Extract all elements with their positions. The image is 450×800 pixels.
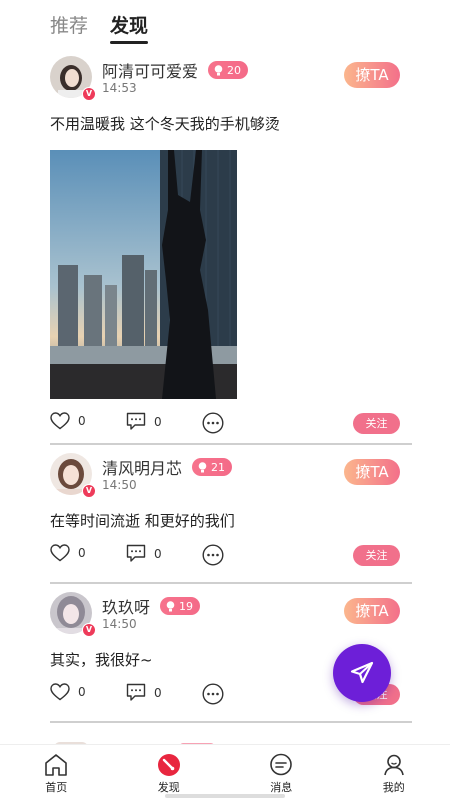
post-time: 14:53 (102, 81, 137, 95)
more-icon (202, 544, 224, 566)
discover-compass-icon (157, 754, 180, 776)
nav-messages[interactable]: 消息 (225, 745, 338, 800)
post-card: V 阿清可可爱爱 20 14:53 撩TA 不用温暖我 这个冬天我的手机够烫 0… (50, 48, 412, 445)
post-feed: V 阿清可可爱爱 20 14:53 撩TA 不用温暖我 这个冬天我的手机够烫 0… (50, 48, 412, 723)
nav-label: 发现 (157, 781, 180, 794)
more-options-button[interactable] (202, 412, 224, 434)
level-value: 21 (211, 460, 226, 474)
level-badge: 19 (160, 597, 201, 615)
comment-count: 0 (154, 685, 162, 700)
flirt-button[interactable]: 撩TA (344, 62, 400, 88)
avatar[interactable]: V (50, 453, 96, 498)
tab-discover[interactable]: 发现 (110, 14, 149, 44)
avatar[interactable]: V (50, 56, 96, 101)
bulb-icon (214, 64, 223, 75)
post-time: 14:50 (102, 617, 137, 631)
post-text: 在等时间流逝 和更好的我们 (50, 512, 235, 530)
post-photo[interactable] (50, 150, 237, 399)
bulb-icon (198, 461, 207, 472)
nav-label: 我的 (382, 781, 405, 794)
comment-icon (126, 412, 146, 430)
comment-button[interactable]: 0 (126, 412, 162, 431)
verified-badge-icon: V (82, 484, 96, 498)
comment-button[interactable]: 0 (126, 544, 162, 563)
message-icon (270, 753, 293, 776)
nav-label: 首页 (45, 781, 68, 794)
post-actions: 0 0 关注 (50, 399, 412, 447)
post-header: V 清风明月芯 21 14:50 撩TA (50, 445, 412, 503)
like-count: 0 (78, 414, 86, 428)
level-badge: 20 (208, 61, 249, 79)
more-icon (202, 683, 224, 705)
home-indicator[interactable] (165, 794, 285, 798)
send-post-fab[interactable] (333, 644, 391, 702)
user-name[interactable]: 清风明月芯 (102, 455, 182, 479)
heart-icon (50, 544, 70, 562)
bottom-nav: 首页 发现 消息 我的 (0, 744, 450, 800)
more-icon (202, 412, 224, 434)
post-card: V 清风明月芯 21 14:50 撩TA 在等时间流逝 和更好的我们 0 0 关… (50, 445, 412, 584)
nav-discover[interactable]: 发现 (113, 745, 226, 800)
flirt-button[interactable]: 撩TA (344, 459, 400, 485)
avatar[interactable]: V (50, 592, 96, 637)
profile-icon (383, 754, 404, 776)
like-button[interactable]: 0 (50, 544, 86, 562)
level-badge: 21 (192, 458, 233, 476)
bulb-icon (166, 600, 175, 611)
comment-count: 0 (154, 414, 162, 429)
follow-button[interactable]: 关注 (353, 413, 400, 434)
nav-profile[interactable]: 我的 (338, 745, 450, 800)
post-header: V 玖玖呀 19 14:50 撩TA (50, 584, 412, 642)
level-value: 20 (227, 63, 242, 77)
more-options-button[interactable] (202, 683, 224, 705)
like-count: 0 (78, 685, 86, 699)
like-button[interactable]: 0 (50, 412, 86, 430)
verified-badge-icon: V (82, 623, 96, 637)
post-actions: 0 0 关注 (50, 531, 412, 579)
heart-icon (50, 412, 70, 430)
flirt-button[interactable]: 撩TA (344, 598, 400, 624)
post-header: V 阿清可可爱爱 20 14:53 撩TA (50, 48, 412, 106)
verified-badge-icon: V (82, 87, 96, 101)
follow-button[interactable]: 关注 (353, 545, 400, 566)
paper-plane-icon (350, 661, 374, 684)
comment-icon (126, 544, 146, 562)
comment-icon (126, 683, 146, 701)
like-count: 0 (78, 546, 86, 560)
post-text: 不用温暖我 这个冬天我的手机够烫 (50, 115, 280, 133)
like-button[interactable]: 0 (50, 683, 86, 701)
comment-button[interactable]: 0 (126, 683, 162, 702)
top-tab-bar: 推荐 发现 (0, 0, 450, 44)
user-name[interactable]: 阿清可可爱爱 (102, 58, 198, 82)
nav-home[interactable]: 首页 (0, 745, 113, 800)
comment-count: 0 (154, 546, 162, 561)
heart-icon (50, 683, 70, 701)
post-time: 14:50 (102, 478, 137, 492)
home-icon (45, 754, 68, 776)
more-options-button[interactable] (202, 544, 224, 566)
user-name[interactable]: 玖玖呀 (102, 594, 150, 618)
nav-label: 消息 (270, 781, 293, 794)
level-value: 19 (179, 599, 194, 613)
tab-recommend[interactable]: 推荐 (50, 14, 88, 44)
